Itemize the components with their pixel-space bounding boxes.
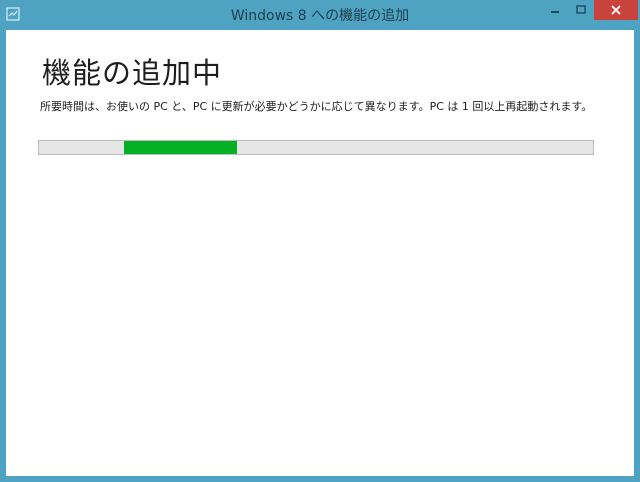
maximize-button[interactable] <box>568 0 594 20</box>
minimize-icon <box>551 11 559 13</box>
progress-bar <box>38 140 594 155</box>
title-bar[interactable]: Windows 8 への機能の追加 <box>0 0 640 30</box>
description-text: 所要時間は、お使いの PC と、PC に更新が必要かどうかに応じて異なります。P… <box>40 100 593 113</box>
dialog-content: 機能の追加中 所要時間は、お使いの PC と、PC に更新が必要かどうかに応じて… <box>6 30 634 476</box>
maximize-icon <box>576 5 586 14</box>
page-title: 機能の追加中 <box>42 56 223 90</box>
dialog-window: Windows 8 への機能の追加 機能の追加中 所要時間は、お使いの PC と… <box>0 0 640 482</box>
minimize-button[interactable] <box>542 0 568 20</box>
close-icon <box>611 5 621 15</box>
progress-fill <box>123 141 238 154</box>
close-button[interactable] <box>594 0 638 20</box>
